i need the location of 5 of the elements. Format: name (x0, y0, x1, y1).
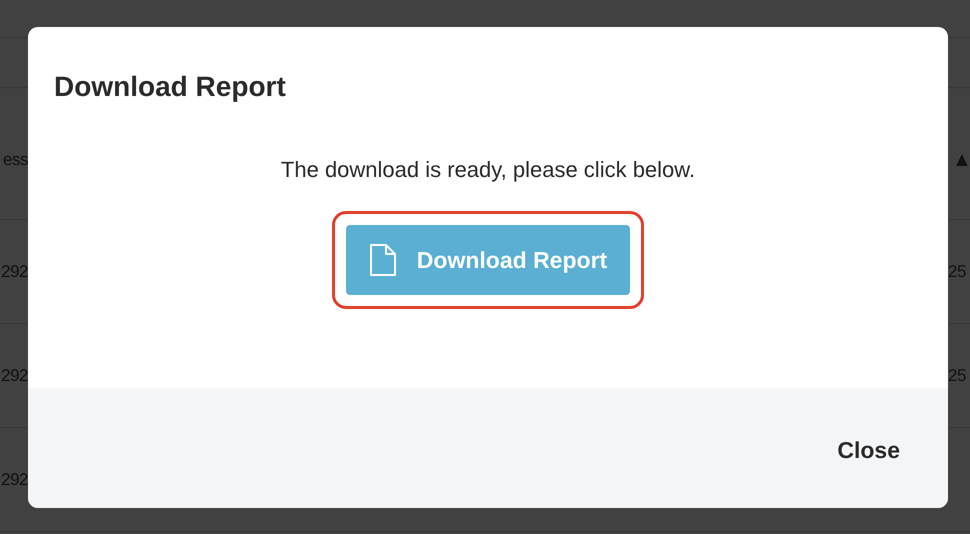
dialog-title: Download Report (54, 70, 286, 104)
sort-arrow-icon: ▲ (948, 146, 970, 174)
document-icon (368, 243, 397, 277)
close-button[interactable]: Close (837, 432, 900, 468)
dialog-message: The download is ready, please click below. (280, 156, 696, 184)
